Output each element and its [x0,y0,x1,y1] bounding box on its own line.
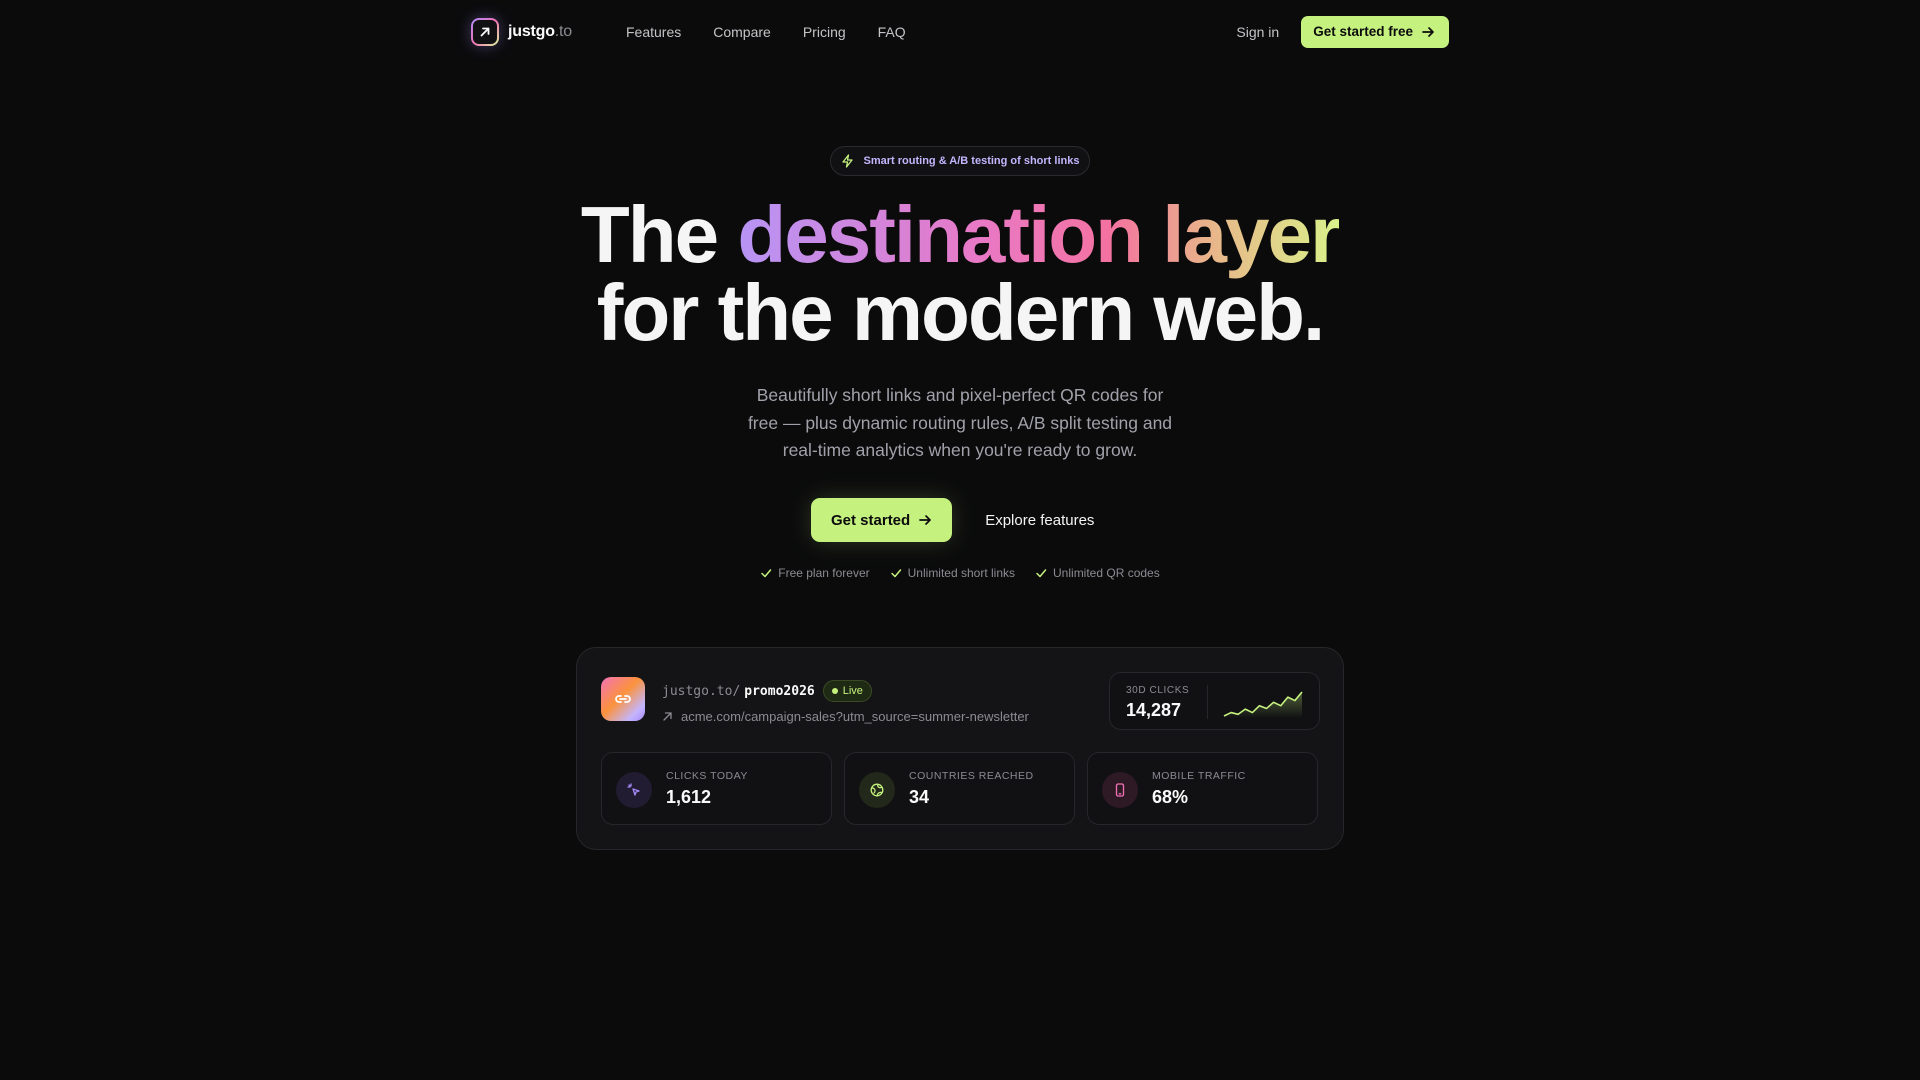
short-link-host: justgo.to/ [662,683,741,699]
arrow-up-right-icon [471,17,499,46]
nav-links: Features Compare Pricing FAQ [626,24,906,40]
check-item: Unlimited QR codes [1035,566,1160,580]
headline-gradient-text: destination layer [737,190,1341,279]
check-item: Unlimited short links [890,566,1015,580]
nav-link-features[interactable]: Features [626,24,681,40]
stat-value: 68% [1152,787,1189,807]
arrow-up-right-icon [663,712,672,721]
stat-mobile-traffic: MOBILE TRAFFIC 68% [1087,752,1318,825]
stat-label: CLICKS TODAY [666,770,748,782]
get-started-label: Get started [831,511,911,529]
nav-link-faq[interactable]: FAQ [878,24,906,40]
phone-icon [1102,772,1138,808]
clicks-30d-label: 30D CLICKS [1126,685,1190,696]
logo[interactable]: justgo.to [471,17,572,46]
sign-in-link[interactable]: Sign in [1236,24,1279,40]
feature-checks: Free plan forever Unlimited short links … [0,566,1920,580]
feature-pill: Smart routing & A/B testing of short lin… [830,146,1090,176]
nav-link-pricing[interactable]: Pricing [803,24,846,40]
stat-label: COUNTRIES REACHED [909,770,1034,782]
sparkline-chart [1223,691,1303,718]
cursor-click-icon [616,772,652,808]
stat-countries-reached: COUNTRIES REACHED 34 [844,752,1075,825]
hero-subtitle: Beautifully short links and pixel-perfec… [747,385,1173,460]
destination-url: acme.com/campaign-sales?utm_source=summe… [662,709,1029,724]
globe-icon [859,772,895,808]
top-nav: justgo.to Features Compare Pricing FAQ S… [471,14,1449,49]
hero-headline: The destination layer for the modern web… [0,195,1920,357]
arrow-right-icon [919,515,932,525]
clicks-30d-box: 30D CLICKS 14,287 [1109,672,1320,730]
lightning-icon [841,154,853,168]
clicks-30d-value: 14,287 [1126,700,1182,720]
headline-line-2: for the modern web. [596,268,1326,357]
stats-row: CLICKS TODAY 1,612 COUNTRIES REACHED 34 … [601,752,1318,825]
get-started-button[interactable]: Get started [811,498,953,542]
stat-value: 34 [909,787,930,807]
get-started-free-button[interactable]: Get started free [1301,15,1449,48]
brand-name: justgo.to [508,22,572,40]
check-icon [761,569,772,578]
short-link: justgo.to/ promo2026 Live [662,680,872,702]
explore-features-link[interactable]: Explore features [985,512,1094,529]
status-badge: Live [822,680,872,702]
check-item: Free plan forever [760,566,870,580]
nav-link-compare[interactable]: Compare [713,24,771,40]
short-link-slug[interactable]: promo2026 [744,684,814,699]
stat-label: MOBILE TRAFFIC [1152,770,1246,782]
link-preview-card: justgo.to/ promo2026 Live acme.com/campa… [576,647,1344,850]
stat-clicks-today: CLICKS TODAY 1,612 [601,752,832,825]
hero-cta-row: Get started Explore features [811,498,1094,542]
get-started-free-label: Get started free [1313,24,1413,39]
link-icon [601,677,645,721]
check-icon [1036,569,1047,578]
feature-pill-text: Smart routing & A/B testing of short lin… [863,155,1080,167]
stat-value: 1,612 [666,787,712,807]
arrow-right-icon [1422,26,1434,37]
check-icon [890,569,901,578]
